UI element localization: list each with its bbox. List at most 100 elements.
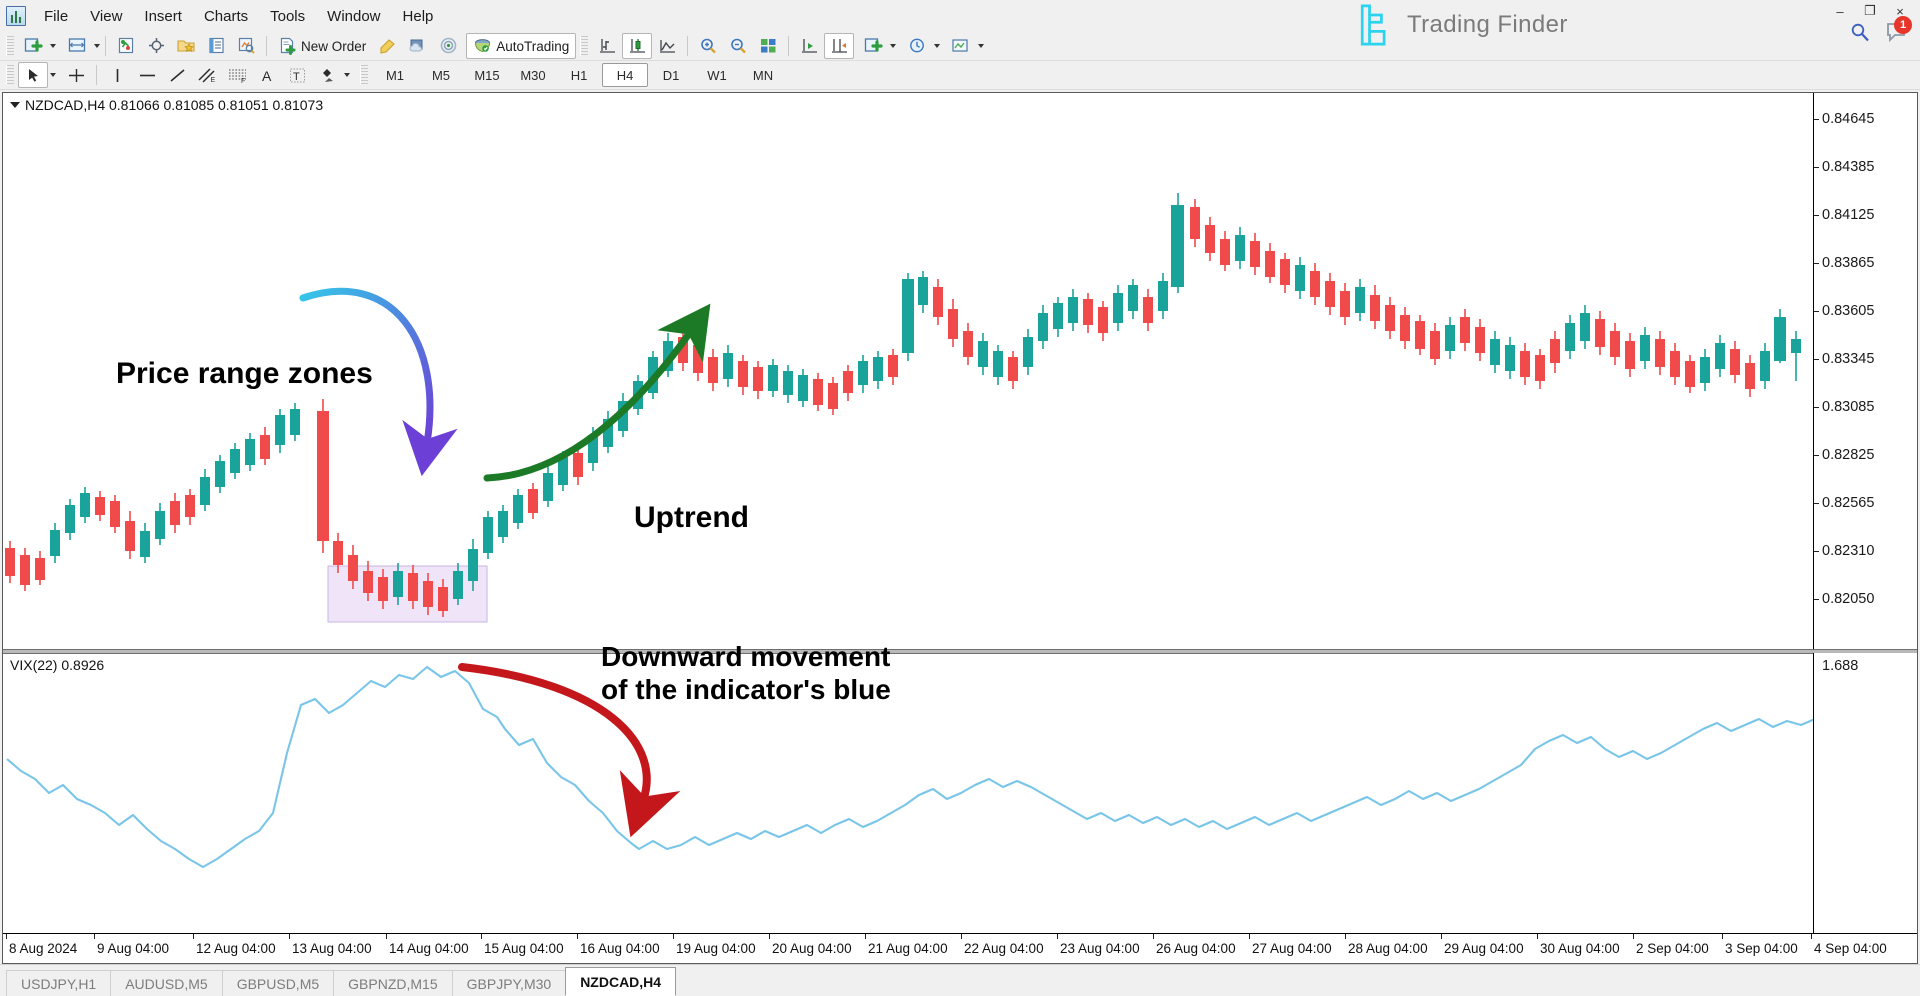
autotrading-label: AutoTrading: [496, 38, 570, 54]
chart-tabs: USDJPY,H1 AUDUSD,M5 GBPUSD,M5 GBPNZD,M15…: [0, 964, 1920, 996]
indicator-axis[interactable]: 1.688 0.07: [1813, 653, 1917, 933]
templates-dropdown-caret[interactable]: [978, 44, 985, 48]
zoom-in-button[interactable]: [693, 33, 723, 59]
timeframe-m5[interactable]: M5: [418, 63, 464, 87]
shapes-tool[interactable]: [312, 62, 342, 88]
new-order-button[interactable]: New Order: [272, 33, 373, 59]
menu-insert[interactable]: Insert: [133, 4, 193, 29]
auto-scroll-icon: [801, 39, 817, 53]
strategy-tester-button[interactable]: [231, 33, 261, 59]
market-watch-button[interactable]: [111, 33, 141, 59]
brand-name: Trading Finder: [1407, 11, 1568, 38]
notifications-button[interactable]: 1: [1884, 16, 1912, 44]
templates-button[interactable]: [946, 33, 976, 59]
timeframe-w1[interactable]: W1: [694, 63, 740, 87]
text-tool[interactable]: A: [252, 62, 282, 88]
drawing-toolbar-grip[interactable]: [6, 65, 14, 85]
close-button[interactable]: ×: [1886, 2, 1914, 20]
price-pane[interactable]: NZDCAD,H4 0.81066 0.81085 0.81051 0.8107…: [3, 93, 1917, 649]
navigator-button[interactable]: [141, 33, 171, 59]
new-chart-button[interactable]: [18, 33, 48, 59]
shapes-dropdown-caret[interactable]: [344, 73, 350, 77]
timeframe-h4[interactable]: H4: [602, 63, 648, 87]
vertical-line-icon: [116, 68, 118, 82]
chart-tab-usdjpy-h1[interactable]: USDJPY,H1: [6, 970, 112, 996]
terminal-button[interactable]: [201, 33, 231, 59]
fibonacci-tool[interactable]: F: [222, 62, 252, 88]
time-label-15: 29 Aug 04:00: [1444, 941, 1524, 956]
trendline-tool[interactable]: [162, 62, 192, 88]
svg-text:A: A: [262, 68, 272, 84]
cursor-icon: [28, 68, 38, 82]
menu-tools[interactable]: Tools: [259, 4, 316, 29]
bar-chart-button[interactable]: [592, 33, 622, 59]
vix-line: [6, 665, 1816, 869]
timeframe-d1[interactable]: D1: [648, 63, 694, 87]
navigator-icon: [148, 38, 164, 53]
cursor-dropdown-caret[interactable]: [50, 73, 56, 77]
horizontal-line-tool[interactable]: [132, 62, 162, 88]
toolbar-grip-2[interactable]: [580, 36, 589, 56]
chart-menu-arrow-icon[interactable]: [10, 102, 20, 108]
price-axis-label-7: 0.82825: [1822, 447, 1875, 463]
menu-view[interactable]: View: [79, 4, 133, 29]
periods-dropdown-caret[interactable]: [934, 44, 941, 48]
minimize-button[interactable]: –: [1826, 2, 1854, 20]
label-tool[interactable]: T: [282, 62, 312, 88]
zoom-out-icon: [731, 38, 746, 54]
candlestick-icon: [629, 39, 645, 53]
indicator-header-text: VIX(22) 0.8926: [10, 657, 105, 673]
maximize-button[interactable]: ❐: [1856, 2, 1884, 20]
chart-tab-gbpnzd-m15[interactable]: GBPNZD,M15: [333, 970, 453, 996]
signals-button[interactable]: [433, 33, 463, 59]
vertical-line-tool[interactable]: [102, 62, 132, 88]
menu-items: File View Insert Charts Tools Window Hel…: [33, 4, 444, 29]
periods-button[interactable]: [902, 33, 932, 59]
timeframe-m15[interactable]: M15: [464, 63, 510, 87]
chart-frame[interactable]: NZDCAD,H4 0.81066 0.81085 0.81051 0.8107…: [2, 92, 1918, 964]
menu-file[interactable]: File: [33, 4, 79, 29]
menu-help[interactable]: Help: [392, 4, 445, 29]
cursor-tool[interactable]: [18, 62, 48, 88]
zoom-out-button[interactable]: [723, 33, 753, 59]
tile-windows-button[interactable]: [753, 33, 783, 59]
autotrading-button[interactable]: AutoTrading: [466, 33, 577, 59]
price-axis[interactable]: 0.84645 0.84385 0.84125 0.83865 0.83605 …: [1813, 93, 1917, 649]
timeframe-h1[interactable]: H1: [556, 63, 602, 87]
indicators-button[interactable]: [858, 33, 888, 59]
profiles-dropdown-caret[interactable]: [94, 44, 100, 48]
crosshair-tool[interactable]: [61, 62, 91, 88]
timeframe-mn[interactable]: MN: [740, 63, 786, 87]
trading-finder-brand: Trading Finder: [1355, 4, 1568, 46]
bar-chart-icon: [599, 39, 615, 53]
menu-window[interactable]: Window: [316, 4, 391, 29]
toolbar-grip[interactable]: [6, 36, 14, 56]
data-window-button[interactable]: [171, 33, 201, 59]
chart-tab-audusd-m5[interactable]: AUDUSD,M5: [110, 970, 223, 996]
line-chart-button[interactable]: [652, 33, 682, 59]
equidistant-channel-tool[interactable]: E: [192, 62, 222, 88]
profiles-button[interactable]: [62, 33, 92, 59]
time-axis[interactable]: 8 Aug 2024 9 Aug 04:00 12 Aug 04:00 13 A…: [3, 933, 1917, 963]
mql5-community-button[interactable]: [403, 33, 433, 59]
timeframe-m1[interactable]: M1: [372, 63, 418, 87]
label-icon: T: [289, 68, 305, 83]
menu-charts[interactable]: Charts: [193, 4, 259, 29]
indicator-pane[interactable]: VIX(22) 0.8926 Downward movement of the …: [3, 641, 1917, 933]
new-order-icon: [280, 37, 296, 55]
chart-tab-gbpusd-m5[interactable]: GBPUSD,M5: [221, 970, 335, 996]
new-chart-dropdown-caret[interactable]: [50, 44, 56, 48]
vix-indicator-line: [6, 665, 1816, 869]
search-icon[interactable]: [1850, 22, 1870, 42]
chart-shift-button[interactable]: [824, 33, 855, 59]
timeframe-grip[interactable]: [360, 65, 368, 85]
indicators-dropdown-caret[interactable]: [890, 44, 897, 48]
timeframe-m30[interactable]: M30: [510, 63, 556, 87]
auto-scroll-button[interactable]: [794, 33, 824, 59]
crosshair-icon: [68, 68, 84, 82]
metaeditor-button[interactable]: [373, 33, 403, 59]
profiles-icon: [68, 38, 85, 52]
chart-tab-nzdcad-h4[interactable]: NZDCAD,H4: [565, 967, 677, 996]
chart-tab-gbpjpy-m30[interactable]: GBPJPY,M30: [451, 970, 567, 996]
candlestick-chart-button[interactable]: [622, 33, 653, 59]
